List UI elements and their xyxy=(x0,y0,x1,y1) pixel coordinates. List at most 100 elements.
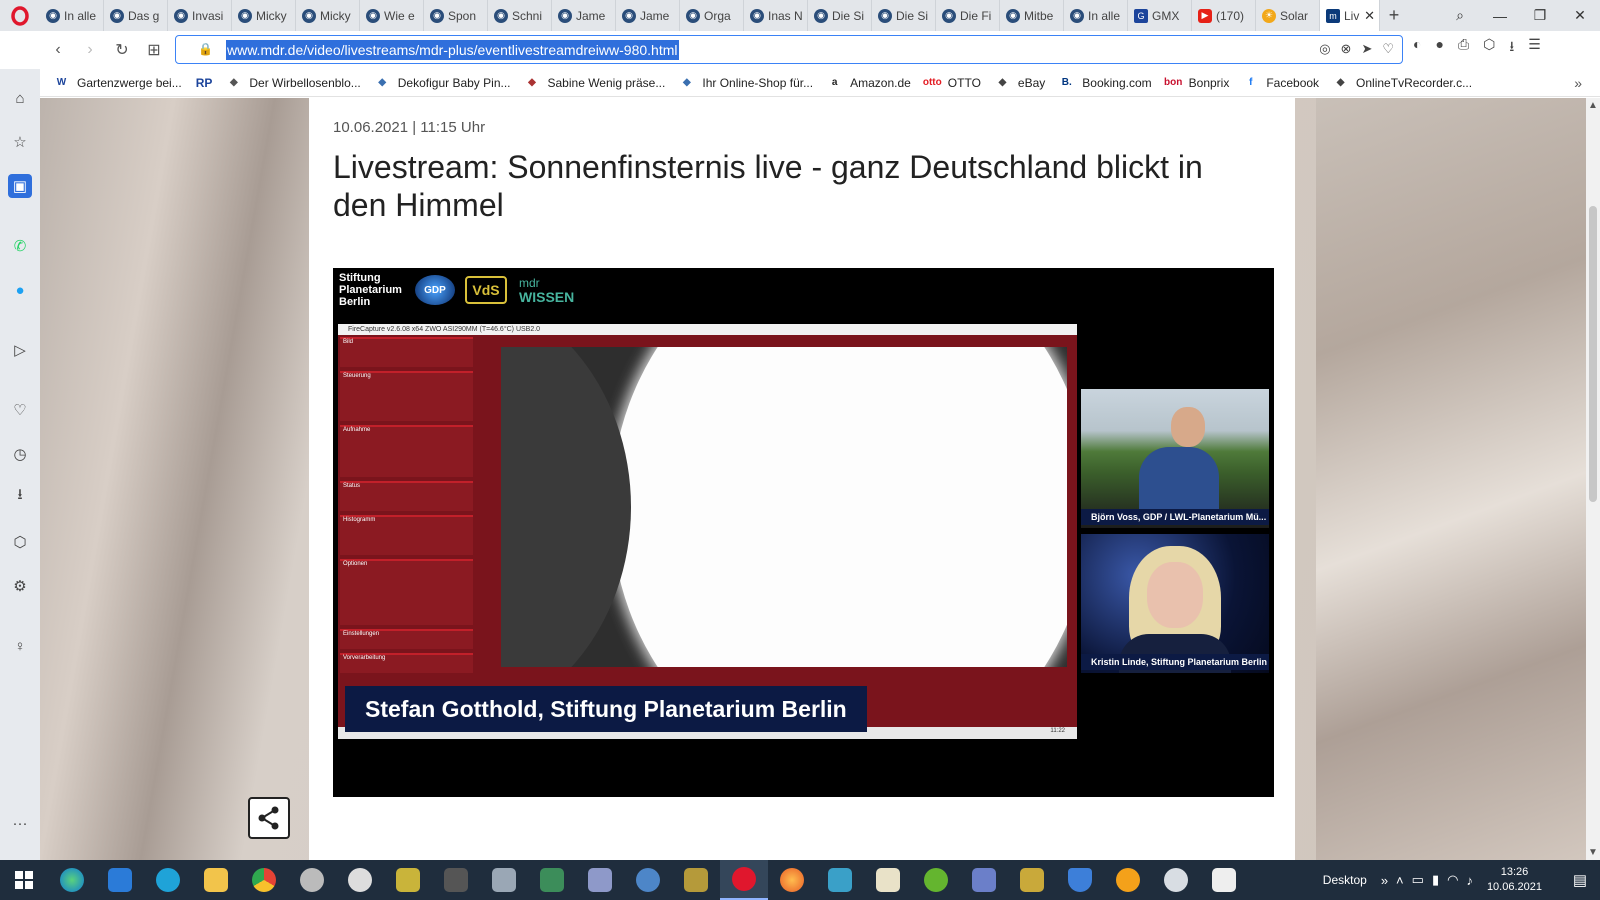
url-text[interactable]: www.mdr.de/video/livestreams/mdr-plus/ev… xyxy=(226,39,679,60)
back-button[interactable]: ‹ xyxy=(42,34,74,66)
opera-taskbar-icon[interactable] xyxy=(720,860,768,900)
tab-19[interactable]: ☀ Solar xyxy=(1256,0,1320,31)
twitter-icon[interactable]: ● xyxy=(8,278,32,302)
crypto-wallet-icon[interactable]: ● xyxy=(1435,36,1443,60)
app-icon[interactable] xyxy=(288,860,336,900)
taskbar-clock[interactable]: 13:26 10.06.2021 xyxy=(1487,865,1542,895)
mail-app-icon[interactable] xyxy=(96,860,144,900)
tips-icon[interactable]: ♀ xyxy=(8,634,32,658)
close-window-button[interactable]: ✕ xyxy=(1560,7,1600,24)
app-icon[interactable] xyxy=(1104,860,1152,900)
bookmark-item[interactable]: ◆ eBay xyxy=(995,76,1046,90)
device-icon[interactable]: ▭ xyxy=(1412,872,1424,888)
tab-16[interactable]: ◉ In alle xyxy=(1064,0,1128,31)
bookmark-item[interactable]: a Amazon.de xyxy=(827,76,911,90)
chrome-icon[interactable] xyxy=(240,860,288,900)
app-icon[interactable] xyxy=(528,860,576,900)
notification-center-icon[interactable]: ▤ xyxy=(1560,871,1600,889)
app-icon[interactable] xyxy=(1152,860,1200,900)
tab-1[interactable]: ◉ Das g xyxy=(104,0,168,31)
download-icon[interactable]: ⭳ xyxy=(1509,36,1514,60)
wifi-icon[interactable]: ◠ xyxy=(1447,872,1458,888)
tab-6[interactable]: ◉ Spon xyxy=(424,0,488,31)
store-icon[interactable] xyxy=(1200,860,1248,900)
app-icon[interactable] xyxy=(624,860,672,900)
easy-setup-icon[interactable]: ☰ xyxy=(1528,36,1541,60)
app-icon[interactable] xyxy=(432,860,480,900)
bookmark-item[interactable]: ◆ Ihr Online-Shop für... xyxy=(679,76,813,90)
snapshot-icon[interactable]: ◎ xyxy=(1319,41,1330,57)
tab-4[interactable]: ◉ Micky xyxy=(296,0,360,31)
adblock-icon[interactable]: ⊗ xyxy=(1341,41,1352,57)
tab-11[interactable]: ◉ Inas N xyxy=(744,0,808,31)
desktop-toolbar-label[interactable]: Desktop xyxy=(1323,873,1367,887)
tab-3[interactable]: ◉ Micky xyxy=(232,0,296,31)
toolbar-overflow-icon[interactable]: » xyxy=(1381,873,1388,888)
tab-8[interactable]: ◉ Jame xyxy=(552,0,616,31)
star-icon[interactable]: ☆ xyxy=(8,130,32,154)
bookmark-item[interactable]: RP xyxy=(196,76,213,90)
new-tab-button[interactable]: + xyxy=(1380,5,1408,26)
bookmark-item[interactable]: B. Booking.com xyxy=(1059,76,1152,90)
forward-button[interactable]: › xyxy=(74,34,106,66)
tab-18[interactable]: ▶ (170) xyxy=(1192,0,1256,31)
bookmark-item[interactable]: otto OTTO xyxy=(923,76,981,90)
opera-menu-button[interactable] xyxy=(0,0,40,31)
settings-app-icon[interactable] xyxy=(336,860,384,900)
defender-icon[interactable] xyxy=(1056,860,1104,900)
tab-17[interactable]: G GMX xyxy=(1128,0,1192,31)
cube-icon[interactable]: ⬡ xyxy=(1483,36,1495,60)
more-icon[interactable]: ··· xyxy=(8,811,32,835)
bookmark-item[interactable]: W Gartenzwerge bei... xyxy=(54,76,182,90)
maximize-button[interactable]: ❐ xyxy=(1520,7,1560,24)
tab-0[interactable]: ◉ In alle xyxy=(40,0,104,31)
tab-20[interactable]: m Liv ✕ xyxy=(1320,0,1380,31)
bookmark-heart-icon[interactable]: ♡ xyxy=(1382,41,1394,57)
share-button[interactable] xyxy=(248,797,290,839)
tab-2[interactable]: ◉ Invasi xyxy=(168,0,232,31)
ie-icon[interactable] xyxy=(144,860,192,900)
tray-expand-icon[interactable]: ˄ xyxy=(1396,873,1404,888)
tab-9[interactable]: ◉ Jame xyxy=(616,0,680,31)
bookmark-item[interactable]: ◆ Der Wirbellosenblo... xyxy=(226,76,361,90)
workspace-icon[interactable]: ▣ xyxy=(8,174,32,198)
tab-14[interactable]: ◉ Die Fi xyxy=(936,0,1000,31)
printer-icon[interactable]: ⎙ xyxy=(1458,36,1469,60)
app-icon[interactable] xyxy=(1008,860,1056,900)
app-icon[interactable] xyxy=(480,860,528,900)
file-explorer-icon[interactable] xyxy=(192,860,240,900)
tab-12[interactable]: ◉ Die Si xyxy=(808,0,872,31)
history-icon[interactable]: ◷ xyxy=(8,442,32,466)
downloads-icon[interactable]: ⭳ xyxy=(8,484,32,508)
tab-10[interactable]: ◉ Orga xyxy=(680,0,744,31)
app-icon[interactable] xyxy=(576,860,624,900)
scroll-up-icon[interactable]: ▲ xyxy=(1588,100,1598,111)
minimize-button[interactable]: — xyxy=(1480,8,1520,24)
home-icon[interactable]: ⌂ xyxy=(8,86,32,110)
scrollbar-thumb[interactable] xyxy=(1589,206,1597,502)
bookmark-item[interactable]: bon Bonprix xyxy=(1164,76,1229,90)
video-player[interactable]: Stiftung Planetarium Berlin GDP VdS mdr … xyxy=(333,268,1274,797)
app-icon[interactable] xyxy=(816,860,864,900)
page-scrollbar[interactable]: ▲ ▼ xyxy=(1586,98,1600,860)
app-icon[interactable] xyxy=(912,860,960,900)
lock-icon[interactable]: 🔒 xyxy=(198,42,213,56)
tab-15[interactable]: ◉ Mitbe xyxy=(1000,0,1064,31)
app-icon[interactable] xyxy=(384,860,432,900)
bookmarks-overflow-icon[interactable]: » xyxy=(1574,75,1582,91)
reload-button[interactable]: ↻ xyxy=(106,34,138,66)
bookmark-item[interactable]: ◆ Dekofigur Baby Pin... xyxy=(375,76,510,90)
app-icon[interactable] xyxy=(960,860,1008,900)
scroll-down-icon[interactable]: ▼ xyxy=(1588,847,1598,858)
edge-icon[interactable] xyxy=(48,860,96,900)
bookmark-item[interactable]: ◆ OnlineTvRecorder.c... xyxy=(1333,76,1472,90)
tab-7[interactable]: ◉ Schni xyxy=(488,0,552,31)
bookmark-item[interactable]: ◆ Sabine Wenig präse... xyxy=(525,76,665,90)
app-icon[interactable] xyxy=(672,860,720,900)
player-icon[interactable]: ▷ xyxy=(8,338,32,362)
battery-icon[interactable]: ▮ xyxy=(1432,872,1439,888)
firefox-icon[interactable] xyxy=(768,860,816,900)
close-tab-icon[interactable]: ✕ xyxy=(1364,8,1375,24)
app-icon[interactable] xyxy=(864,860,912,900)
extensions-icon[interactable]: ⬡ xyxy=(8,530,32,554)
